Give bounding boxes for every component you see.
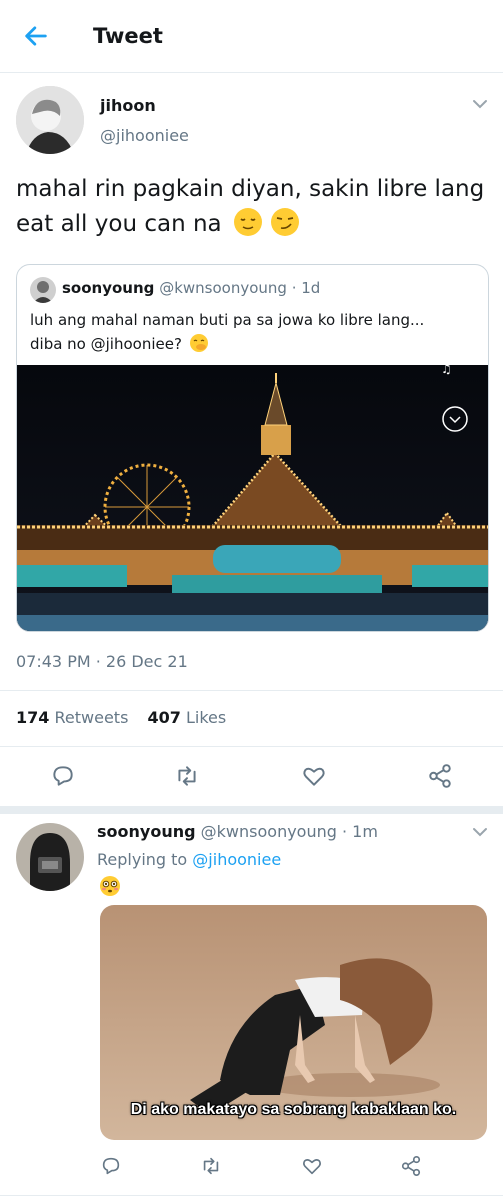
share-icon[interactable] <box>427 763 453 789</box>
chevron-down-icon[interactable] <box>472 827 488 837</box>
hand-over-mouth-emoji <box>189 334 208 352</box>
replying-mention[interactable]: @jihooniee <box>192 850 281 869</box>
quote-text: luh ang mahal naman buti pa sa jowa ko l… <box>30 308 480 356</box>
divider <box>0 1195 503 1196</box>
likes-count: 407 <box>147 708 181 727</box>
quote-line-1: luh ang mahal naman buti pa sa jowa ko l… <box>30 311 425 329</box>
author-handle[interactable]: @jihooniee <box>100 126 189 145</box>
page-title: Tweet <box>93 24 163 48</box>
reply-header: soonyoung @kwnsoonyoung · 1m <box>97 822 378 841</box>
svg-text:♫: ♫ <box>441 365 452 376</box>
chevron-down-icon[interactable] <box>472 99 488 109</box>
reply-avatar[interactable] <box>16 823 84 891</box>
retweets-count: 174 <box>16 708 50 727</box>
share-icon[interactable] <box>400 1155 422 1177</box>
tweet-stats: 174 Retweets 407 Likes <box>16 708 226 727</box>
replying-to: Replying to @jihooniee <box>97 850 281 869</box>
divider <box>0 690 503 691</box>
retweets-label: Retweets <box>54 708 129 727</box>
avatar[interactable] <box>16 86 84 154</box>
retweet-icon[interactable] <box>174 763 200 789</box>
smirk-face-emoji <box>271 208 300 236</box>
retweet-icon[interactable] <box>200 1155 222 1177</box>
section-separator <box>0 806 503 814</box>
reply-author-handle[interactable]: @kwnsoonyoung <box>201 822 337 841</box>
quote-image[interactable]: ♫ <box>17 362 488 631</box>
author-name[interactable]: jihoon <box>100 96 156 115</box>
quote-mention[interactable]: @jihooniee <box>91 335 174 353</box>
like-icon[interactable] <box>301 763 327 789</box>
reply-time: · 1m <box>342 822 378 841</box>
reply-author-name[interactable]: soonyoung <box>97 822 196 841</box>
reply-icon[interactable] <box>50 763 76 789</box>
image-caption: Di ako makatayo sa sobrang kabaklaan ko. <box>130 1101 457 1118</box>
top-bar: Tweet <box>0 0 503 73</box>
back-arrow-icon[interactable] <box>22 22 50 50</box>
likes-label: Likes <box>186 708 227 727</box>
quoted-tweet[interactable]: soonyoung @kwnsoonyoung · 1d luh ang mah… <box>16 264 489 632</box>
quote-header: soonyoung @kwnsoonyoung · 1d <box>62 279 320 297</box>
replying-prefix: Replying to <box>97 850 193 869</box>
relieved-face-emoji <box>233 208 262 236</box>
reply-icon[interactable] <box>100 1155 122 1177</box>
quote-line-2-suffix: ? <box>173 335 182 353</box>
tweet-timestamp: 07:43 PM · 26 Dec 21 <box>16 652 188 671</box>
retweets-stat[interactable]: 174 Retweets <box>16 708 128 727</box>
quote-author-handle: @kwnsoonyoung <box>159 279 287 297</box>
flushed-face-emoji <box>100 876 120 896</box>
quote-author-name: soonyoung <box>62 279 155 297</box>
quote-time: · 1d <box>291 279 321 297</box>
likes-stat[interactable]: 407 Likes <box>148 708 227 727</box>
reply-image[interactable]: Di ako makatayo sa sobrang kabaklaan ko. <box>100 905 487 1140</box>
quote-line-2-prefix: diba no <box>30 335 91 353</box>
quote-avatar <box>30 277 56 303</box>
tweet-text: mahal rin pagkain diyan, sakin libre lan… <box>16 172 486 242</box>
divider <box>0 746 503 747</box>
like-icon[interactable] <box>301 1155 323 1177</box>
